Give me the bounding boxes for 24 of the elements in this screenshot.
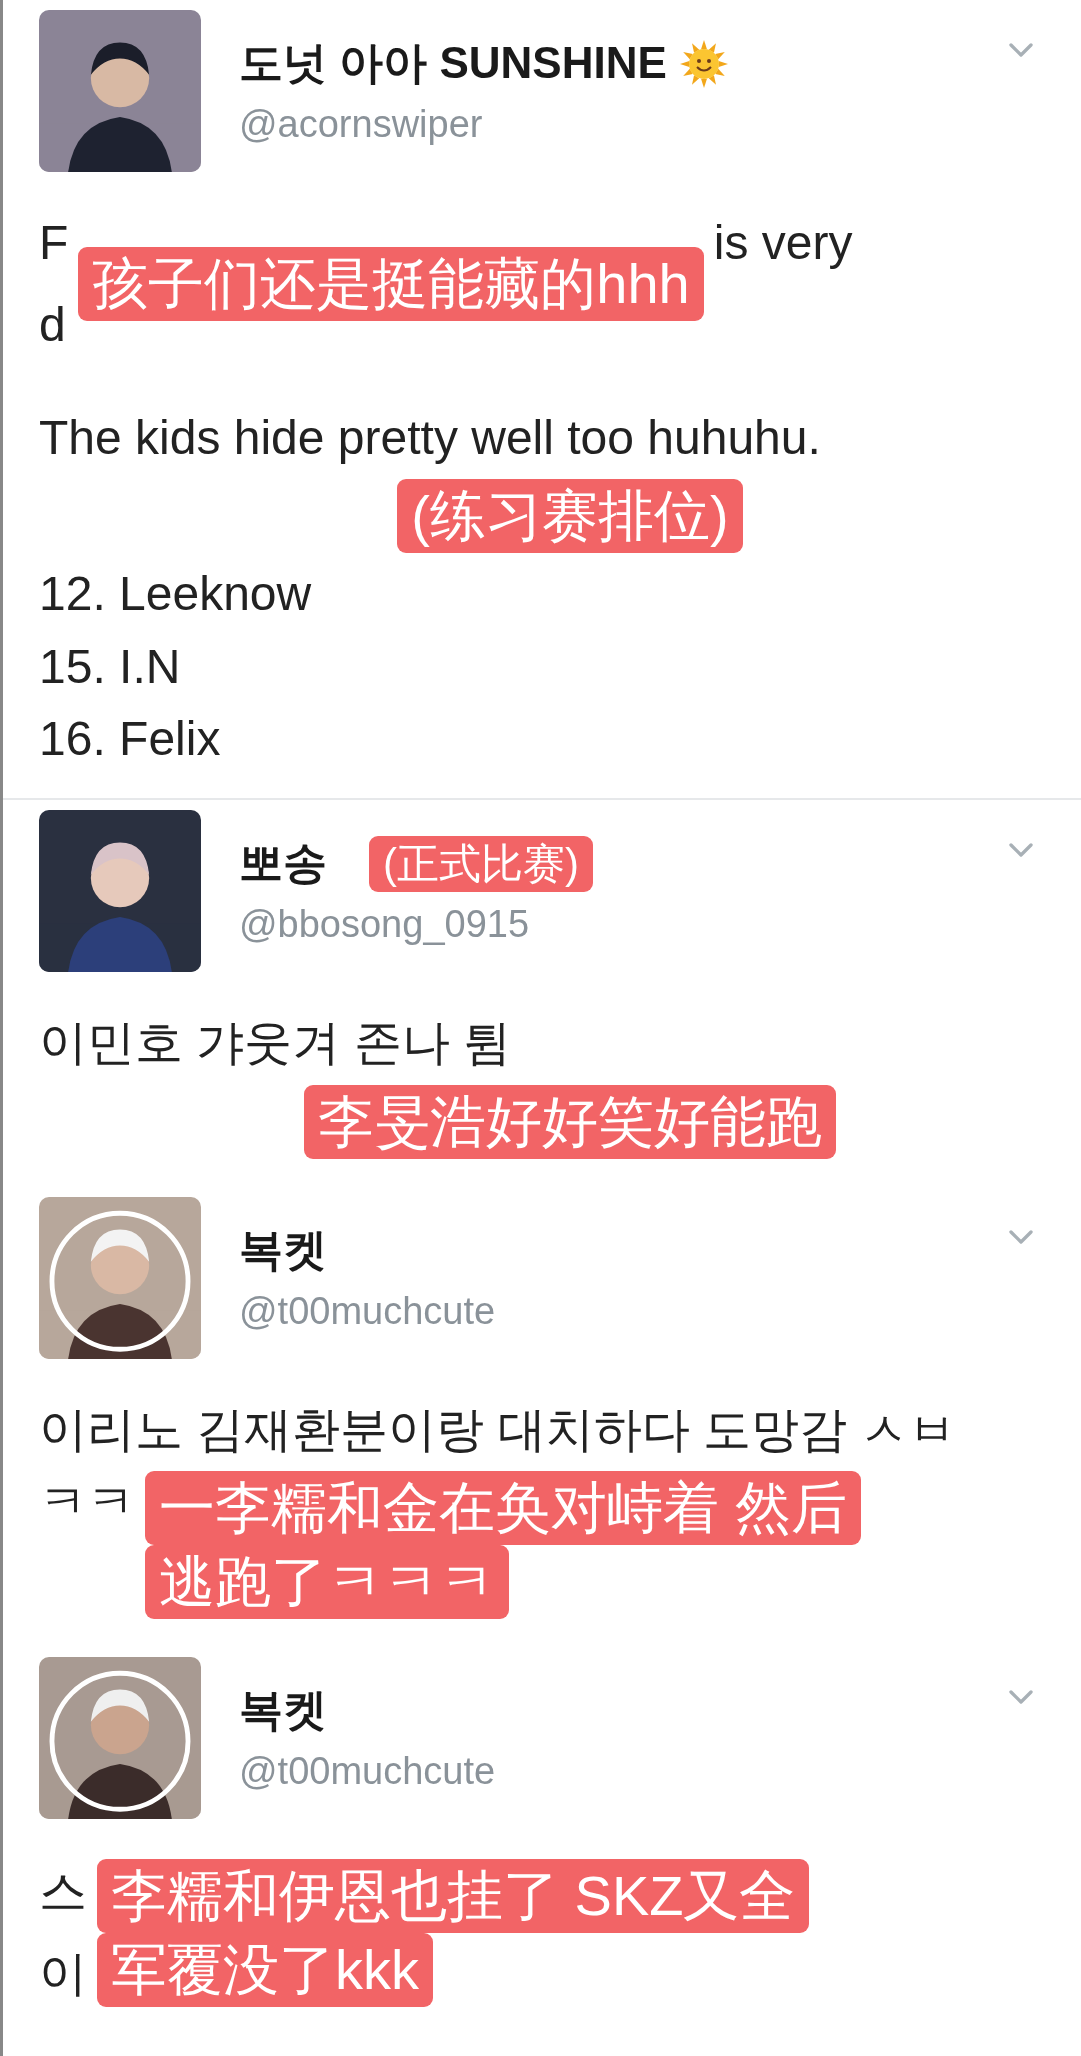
tweet-text: 스 [39,1863,87,1920]
tweet-text: ㅋㅋ [39,1474,135,1531]
caption-label: (正式比赛) [369,835,593,893]
caption-label: 李糯和伊恩也挂了 SKZ又全 [97,1859,810,1934]
caption-label: 一李糯和金在奂对峙着 然后 [145,1471,861,1546]
tweet-text: The kids hide pretty well too huhuhu. [39,409,822,466]
tweet-text: 이 [39,1946,87,2003]
tweet-text: 15. I.N [39,638,182,695]
user-name[interactable]: 복켓 [239,1681,327,1741]
caption-label: 孩子们还是挺能藏的hhh [78,247,704,322]
tweet-text: 이민호 갸웃겨 존나 튐 [39,1015,512,1072]
caption-label: (练习赛排位) [397,479,743,554]
tweet-text: is very [713,215,853,271]
caption-label: 李旻浩好好笑好能跑 [304,1084,836,1159]
tweet-text: 12. Leeknow [39,566,313,623]
tweet-text: 이리노 김재환분이랑 대치하다 도망감 ㅅㅂ [39,1401,958,1458]
user-name[interactable]: 도넛 아아 SUNSHINE [239,34,667,93]
user-name[interactable]: 뽀송 [239,834,327,894]
user-name[interactable]: 복켓 [239,1220,327,1280]
tweet-text: F [39,215,69,271]
caption-label: 逃跑了ㅋㅋㅋ [145,1545,509,1620]
tweet-text: d [39,297,67,354]
tweet-text: 16. Felix [39,710,222,767]
caption-label: 军覆没了kkk [97,1933,433,2008]
